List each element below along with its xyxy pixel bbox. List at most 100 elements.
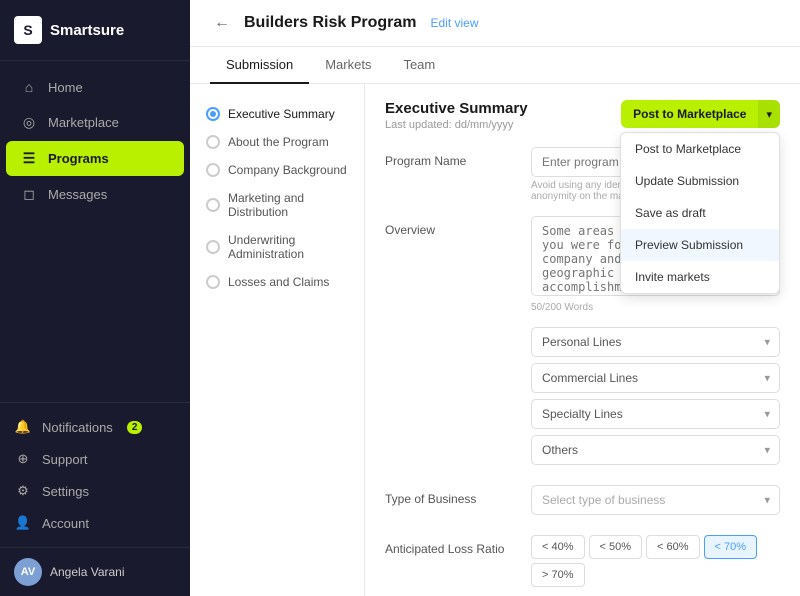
edit-view-button[interactable]: Edit view: [431, 16, 479, 30]
section-nav-item-about-program[interactable]: About the Program: [198, 128, 356, 156]
sidebar-item-label: Marketplace: [48, 115, 119, 130]
section-nav-item-company-background[interactable]: Company Background: [198, 156, 356, 184]
loss-ratio-lt70[interactable]: < 70%: [704, 535, 758, 559]
logo-icon: S: [14, 16, 42, 44]
type-of-business-select[interactable]: Select type of business: [531, 485, 780, 515]
section-nav-label: Losses and Claims: [228, 275, 329, 289]
commercial-lines-select[interactable]: Commercial Lines: [531, 363, 780, 393]
brand-name: Smartsure: [50, 22, 124, 39]
post-dropdown-toggle[interactable]: ▾: [758, 100, 780, 128]
radio-dot-about-program: [206, 135, 220, 149]
dropdown-item-invite-markets[interactable]: Invite markets: [621, 261, 779, 293]
form-title: Executive Summary: [385, 100, 528, 117]
dropdown-item-post-marketplace[interactable]: Post to Marketplace: [621, 133, 779, 165]
radio-dot-executive-summary: [206, 107, 220, 121]
radio-dot-company-background: [206, 163, 220, 177]
form-header: Executive Summary Last updated: dd/mm/yy…: [385, 100, 780, 131]
specialty-lines-select[interactable]: Specialty Lines: [531, 399, 780, 429]
dropdown-menu: Post to Marketplace Update Submission Sa…: [620, 132, 780, 294]
sidebar-item-messages[interactable]: ◻ Messages: [6, 177, 184, 212]
section-nav-label: Company Background: [228, 163, 347, 177]
form-subtitle: Last updated: dd/mm/yyyy: [385, 119, 528, 131]
form-title-group: Executive Summary Last updated: dd/mm/yy…: [385, 100, 528, 131]
settings-icon: ⚙: [14, 483, 32, 499]
sidebar-item-programs[interactable]: ☰ Programs: [6, 141, 184, 176]
notification-icon: 🔔: [14, 419, 32, 435]
loss-ratio-lt60[interactable]: < 60%: [646, 535, 700, 559]
commercial-lines-wrapper: Commercial Lines ▾: [531, 363, 780, 393]
section-nav-item-marketing-distribution[interactable]: Marketing and Distribution: [198, 184, 356, 226]
sidebar-item-label: Home: [48, 80, 83, 95]
others-select[interactable]: Others: [531, 435, 780, 465]
personal-lines-select[interactable]: Personal Lines: [531, 327, 780, 357]
tab-submission[interactable]: Submission: [210, 47, 309, 84]
personal-lines-wrapper: Personal Lines ▾: [531, 327, 780, 357]
home-icon: ⌂: [20, 79, 38, 95]
notification-badge: 2: [127, 421, 143, 434]
sidebar-item-home[interactable]: ⌂ Home: [6, 70, 184, 104]
tab-markets[interactable]: Markets: [309, 47, 387, 84]
radio-dot-underwriting: [206, 240, 220, 254]
support-label: Support: [42, 452, 88, 467]
section-nav: Executive Summary About the Program Comp…: [190, 84, 365, 596]
account-icon: 👤: [14, 515, 32, 531]
type-of-business-wrapper: Select type of business ▾: [531, 485, 780, 515]
notifications-label: Notifications: [42, 420, 113, 435]
page-title: Builders Risk Program: [244, 14, 417, 32]
sidebar-item-account[interactable]: 👤 Account: [0, 507, 190, 539]
overview-label: Overview: [385, 216, 515, 237]
section-nav-item-losses-claims[interactable]: Losses and Claims: [198, 268, 356, 296]
section-nav-label: Underwriting Administration: [228, 233, 348, 261]
section-nav-item-underwriting-admin[interactable]: Underwriting Administration: [198, 226, 356, 268]
lines-row: Personal Lines ▾ Commercial Lines ▾ Spec…: [385, 327, 780, 471]
loss-ratio-lt50[interactable]: < 50%: [589, 535, 643, 559]
post-to-marketplace-button[interactable]: Post to Marketplace: [621, 100, 758, 128]
radio-dot-losses: [206, 275, 220, 289]
loss-ratio-control: < 40% < 50% < 60% < 70% > 70%: [531, 535, 780, 587]
loss-ratio-row: Anticipated Loss Ratio < 40% < 50% < 60%…: [385, 535, 780, 587]
sidebar-nav: ⌂ Home ◎ Marketplace ☰ Programs ◻ Messag…: [0, 61, 190, 402]
marketplace-icon: ◎: [20, 114, 38, 131]
radio-dot-marketing: [206, 198, 220, 212]
post-btn-group: Post to Marketplace ▾ Post to Marketplac…: [621, 100, 780, 128]
tabs-bar: Submission Markets Team: [190, 47, 800, 84]
type-of-business-control: Select type of business ▾: [531, 485, 780, 521]
back-button[interactable]: ←: [210, 12, 234, 34]
dropdown-item-update-submission[interactable]: Update Submission: [621, 165, 779, 197]
header: ← Builders Risk Program Edit view: [190, 0, 800, 47]
word-count: 50/200 Words: [531, 302, 780, 313]
sidebar-bottom: 🔔 Notifications 2 ⊕ Support ⚙ Settings 👤…: [0, 402, 190, 547]
loss-ratio-label: Anticipated Loss Ratio: [385, 535, 515, 556]
specialty-lines-wrapper: Specialty Lines ▾: [531, 399, 780, 429]
dropdown-item-preview-submission[interactable]: Preview Submission: [621, 229, 779, 261]
section-nav-label: About the Program: [228, 135, 329, 149]
section-nav-label: Executive Summary: [228, 107, 335, 121]
type-of-business-label: Type of Business: [385, 485, 515, 506]
tab-team[interactable]: Team: [387, 47, 451, 84]
type-of-business-row: Type of Business Select type of business…: [385, 485, 780, 521]
sidebar-item-label: Programs: [48, 151, 109, 166]
sidebar-item-support[interactable]: ⊕ Support: [0, 443, 190, 475]
user-name: Angela Varani: [50, 565, 125, 579]
loss-ratio-toggle-group: < 40% < 50% < 60% < 70% > 70%: [531, 535, 780, 587]
dropdown-item-save-draft[interactable]: Save as draft: [621, 197, 779, 229]
sidebar-item-label: Messages: [48, 187, 107, 202]
support-icon: ⊕: [14, 451, 32, 467]
loss-ratio-gt70[interactable]: > 70%: [531, 563, 585, 587]
avatar: AV: [14, 558, 42, 586]
section-nav-label: Marketing and Distribution: [228, 191, 348, 219]
main-content: ← Builders Risk Program Edit view Submis…: [190, 0, 800, 596]
sidebar-item-marketplace[interactable]: ◎ Marketplace: [6, 105, 184, 140]
settings-label: Settings: [42, 484, 89, 499]
loss-ratio-lt40[interactable]: < 40%: [531, 535, 585, 559]
logo-row: S Smartsure: [0, 0, 190, 61]
program-name-label: Program Name: [385, 147, 515, 168]
account-label: Account: [42, 516, 89, 531]
others-wrapper: Others ▾: [531, 435, 780, 465]
sidebar: S Smartsure ⌂ Home ◎ Marketplace ☰ Progr…: [0, 0, 190, 596]
programs-icon: ☰: [20, 150, 38, 167]
content-area: Executive Summary About the Program Comp…: [190, 84, 800, 596]
sidebar-item-settings[interactable]: ⚙ Settings: [0, 475, 190, 507]
sidebar-item-notifications[interactable]: 🔔 Notifications 2: [0, 411, 190, 443]
section-nav-item-executive-summary[interactable]: Executive Summary: [198, 100, 356, 128]
